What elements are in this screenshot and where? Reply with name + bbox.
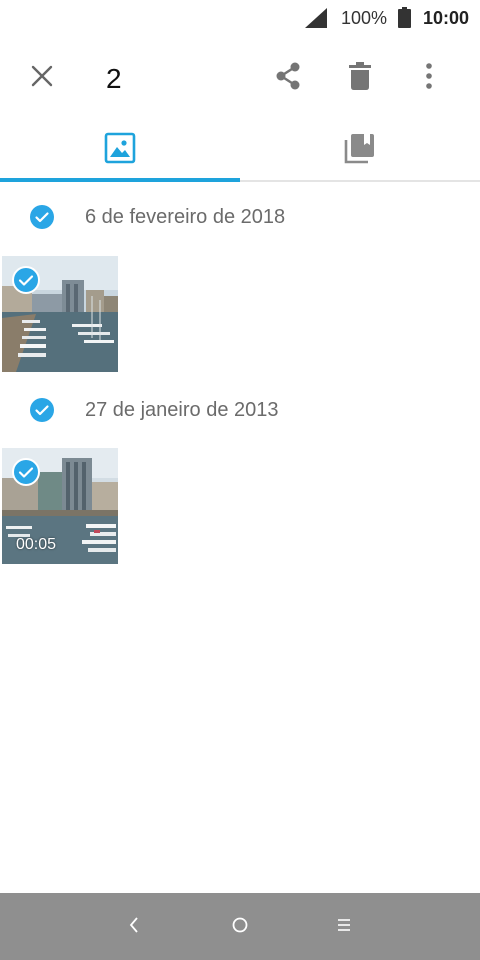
close-selection-button[interactable]: [18, 54, 66, 102]
selected-count: 2: [106, 63, 122, 94]
navigation-bar: [0, 893, 480, 960]
albums-icon: [344, 132, 376, 169]
section-header-2: 27 de janeiro de 2013: [0, 390, 480, 430]
tab-bar: [0, 120, 480, 182]
back-button[interactable]: [114, 907, 154, 947]
section-select-checkbox[interactable]: [29, 204, 55, 235]
section-select-checkbox[interactable]: [29, 397, 55, 428]
battery-percentage: 100%: [341, 8, 388, 28]
video-duration: 00:05: [16, 536, 57, 553]
home-button[interactable]: [220, 907, 260, 947]
share-button[interactable]: [264, 54, 312, 102]
home-icon: [231, 916, 249, 939]
photo-thumbnail[interactable]: [2, 256, 118, 372]
section-date: 6 de fevereiro de 2018: [85, 206, 286, 228]
selection-toolbar: 2: [0, 48, 480, 108]
check-circle-icon: [30, 398, 54, 422]
section-header-1: 6 de fevereiro de 2018: [0, 197, 480, 237]
section-date: 27 de janeiro de 2013: [85, 399, 279, 421]
delete-icon: [348, 61, 372, 95]
more-vert-icon: [425, 62, 433, 94]
check-circle-icon: [30, 205, 54, 229]
delete-button[interactable]: [336, 54, 384, 102]
battery-icon: [398, 7, 411, 33]
signal-icon: [305, 8, 327, 33]
tab-photos[interactable]: [0, 120, 240, 180]
recents-button[interactable]: [324, 907, 364, 947]
share-icon: [273, 61, 303, 96]
video-thumbnail[interactable]: 00:05: [2, 448, 118, 564]
item-selected-check-icon: [12, 266, 40, 299]
back-icon: [128, 916, 140, 938]
image-icon: [104, 132, 136, 169]
tab-albums[interactable]: [240, 120, 480, 180]
item-selected-check-icon: [12, 458, 40, 491]
recents-icon: [336, 917, 352, 938]
clock: 10:00: [423, 8, 470, 28]
active-tab-indicator: [0, 178, 240, 182]
close-icon: [30, 64, 54, 93]
more-options-button[interactable]: [405, 54, 453, 102]
status-bar: 100% 10:00: [0, 0, 480, 36]
